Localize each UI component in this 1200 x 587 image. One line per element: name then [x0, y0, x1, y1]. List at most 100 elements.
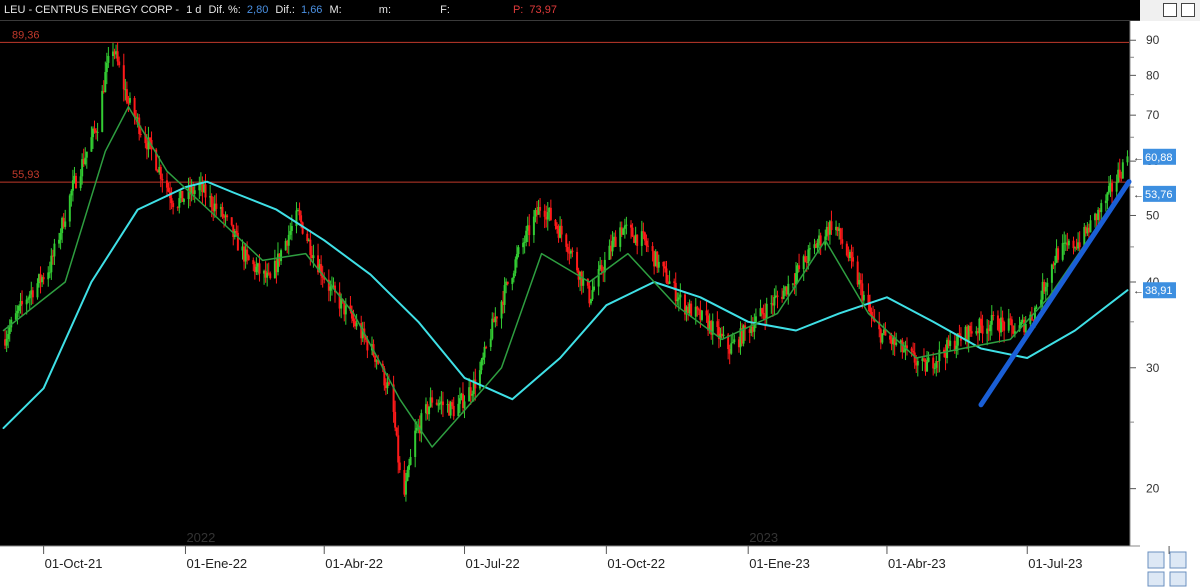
- candle-body: [79, 176, 82, 189]
- candle-body: [761, 308, 764, 314]
- candle-body: [172, 203, 175, 208]
- candle-body: [1089, 220, 1092, 233]
- candle-body: [506, 281, 509, 285]
- candle-body: [438, 402, 441, 405]
- candle-body: [852, 257, 855, 262]
- candle-body: [210, 196, 213, 208]
- settings-icon: [1169, 571, 1187, 587]
- candle-body: [523, 241, 526, 243]
- candle-body: [640, 231, 643, 246]
- candle-body: [614, 236, 617, 247]
- candle-body: [674, 282, 677, 302]
- candle-body: [48, 272, 51, 274]
- candle-body: [344, 305, 347, 315]
- candle-body: [435, 402, 438, 405]
- candle-body: [1072, 240, 1075, 249]
- candle-body: [1106, 192, 1109, 201]
- candle-body: [96, 131, 99, 133]
- candle-body: [230, 217, 233, 225]
- candle-body: [514, 259, 517, 274]
- candle-body: [247, 255, 250, 261]
- candle-body: [193, 190, 196, 194]
- candle-body: [794, 273, 797, 285]
- x-tick-label: 01-Oct-22: [607, 556, 665, 571]
- candle-body: [830, 221, 833, 231]
- candle-body: [118, 61, 121, 66]
- candle-body: [280, 250, 283, 262]
- candle-body: [554, 219, 557, 226]
- candle-body: [776, 295, 779, 297]
- candle-body: [1121, 162, 1124, 179]
- candle-body: [1001, 317, 1004, 323]
- candle-body: [139, 133, 142, 135]
- candle-body: [525, 230, 528, 242]
- candle-body: [926, 361, 929, 372]
- candle-body: [889, 335, 892, 340]
- candle-body: [182, 199, 185, 202]
- y-tick-label: 20: [1146, 482, 1160, 496]
- candle-body: [970, 331, 973, 334]
- price-tag-label: 38,91: [1145, 285, 1173, 297]
- candle-body: [485, 346, 488, 348]
- candle-body: [406, 469, 409, 482]
- x-tick-label: 01-Ene-22: [186, 556, 247, 571]
- candle-body: [122, 65, 125, 90]
- candle-body: [452, 405, 455, 417]
- candle-body: [762, 313, 765, 315]
- candle-body: [480, 359, 483, 371]
- candle-body: [589, 299, 592, 304]
- candle-body: [59, 232, 62, 240]
- candle-body: [807, 249, 810, 263]
- candle-body: [933, 367, 936, 369]
- candle-body: [1044, 286, 1047, 292]
- y-tick-label: 30: [1146, 361, 1160, 375]
- candle-body: [128, 98, 131, 103]
- candle-body: [676, 299, 679, 302]
- candle-body: [730, 343, 733, 354]
- candle-body: [252, 260, 255, 265]
- candle-body: [522, 242, 525, 248]
- candle-body: [17, 305, 20, 311]
- candle-body: [622, 228, 625, 235]
- candle-body: [1067, 240, 1070, 246]
- candle-body: [996, 315, 999, 330]
- candle-body: [25, 299, 28, 305]
- x-tick-label: 01-Jul-23: [1028, 556, 1082, 571]
- candle-body: [133, 98, 136, 117]
- candle-body: [517, 247, 520, 255]
- candle-body: [64, 221, 67, 227]
- candle-body: [1111, 183, 1114, 192]
- candle-body: [312, 255, 315, 259]
- y-tick-label: 90: [1146, 33, 1160, 47]
- candle-body: [611, 240, 614, 252]
- candle-body: [773, 297, 776, 306]
- candle-body: [935, 361, 938, 368]
- candle-body: [910, 348, 913, 351]
- candle-body: [816, 242, 819, 248]
- candle-body: [532, 216, 535, 236]
- candle-body: [922, 358, 925, 360]
- candle-body: [512, 273, 515, 279]
- chart-window: LEU - CENTRUS ENERGY CORP - 1 d Dif. %: …: [0, 0, 1200, 587]
- candle-body: [116, 51, 119, 62]
- chart-style-icon: [1147, 551, 1165, 569]
- candle-body: [989, 324, 992, 332]
- candle-body: [546, 212, 549, 220]
- candle-body: [657, 261, 660, 268]
- candle-body: [722, 334, 725, 337]
- candle-body: [992, 315, 995, 317]
- candle-body: [178, 198, 181, 208]
- candle-body: [845, 243, 848, 256]
- candle-body: [543, 210, 546, 217]
- candle-body: [646, 245, 649, 247]
- candle-body: [352, 318, 355, 322]
- candle-body: [21, 301, 24, 305]
- candle-body: [1024, 323, 1027, 333]
- candle-body: [107, 55, 110, 63]
- candle-body: [990, 315, 993, 325]
- candle-body: [458, 398, 461, 404]
- candle-body: [631, 227, 634, 237]
- candle-body: [733, 339, 736, 343]
- candle-body: [565, 234, 568, 247]
- candle-body: [549, 207, 552, 220]
